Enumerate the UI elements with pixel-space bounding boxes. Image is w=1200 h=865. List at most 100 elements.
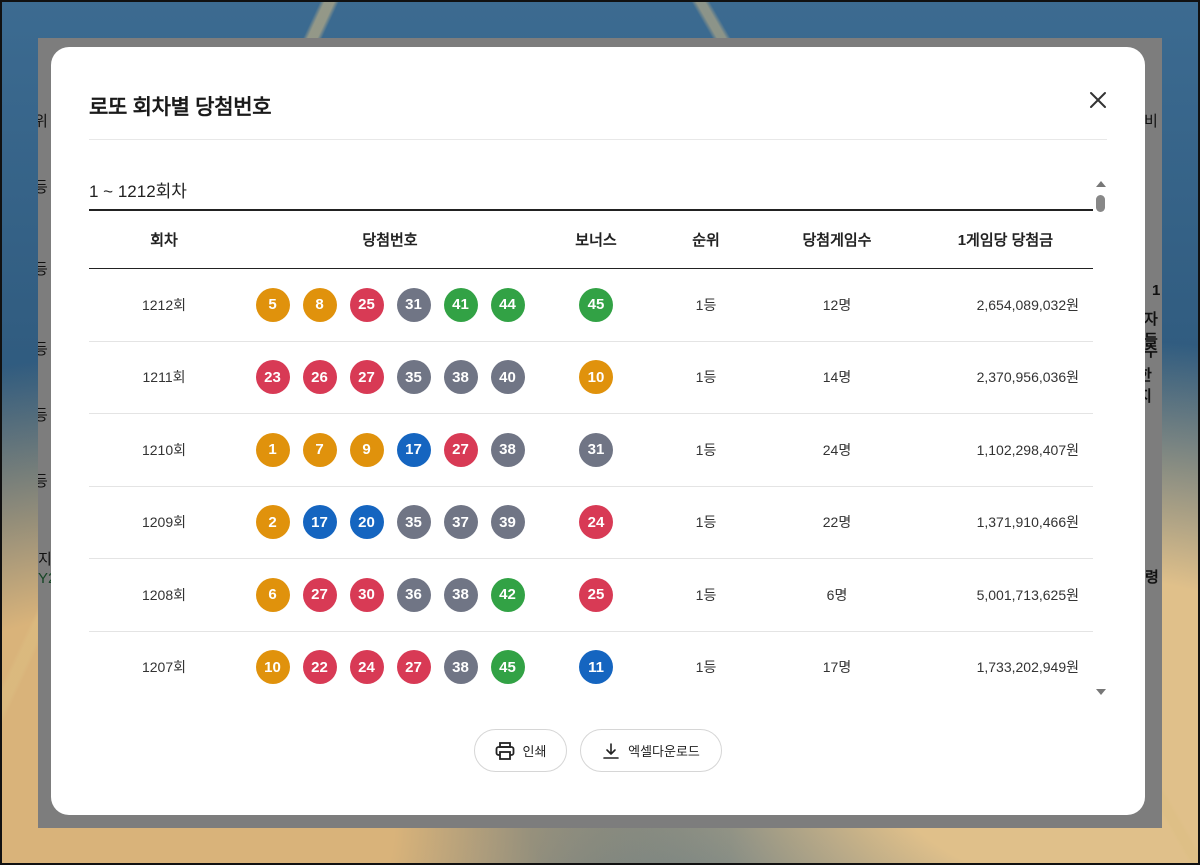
winners-cell: 14명 xyxy=(822,369,852,386)
table-row: 1207회 10 22 24 27 38 45 11 1등 17명 1,733,202,949원 xyxy=(89,632,1093,692)
winners-cell: 12명 xyxy=(822,296,852,313)
table-scrollbar[interactable] xyxy=(1095,181,1107,695)
number-ball: 26 xyxy=(302,360,337,395)
title-divider xyxy=(89,139,1107,140)
number-ball: 8 xyxy=(302,287,337,322)
bonus-ball: 11 xyxy=(579,650,613,685)
number-ball: 24 xyxy=(349,650,384,685)
scroll-thumb[interactable] xyxy=(1096,195,1105,212)
bonus-cell: 11 xyxy=(541,650,651,685)
winners-cell: 22명 xyxy=(822,514,852,531)
round-cell: 1208회 xyxy=(141,586,187,603)
number-ball: 5 xyxy=(255,287,290,322)
winning-numbers-cell: 2 17 20 35 37 39 xyxy=(239,505,541,540)
bonus-cell: 31 xyxy=(541,432,651,467)
prize-cell: 2,654,089,032원 xyxy=(976,296,1079,313)
print-button-label: 인쇄 xyxy=(522,744,547,759)
header-numbers: 당첨번호 xyxy=(362,232,418,249)
number-ball: 38 xyxy=(490,432,525,467)
number-ball: 36 xyxy=(396,577,431,612)
round-cell: 1209회 xyxy=(141,514,187,531)
rank-cell: 1등 xyxy=(695,514,717,531)
download-icon xyxy=(603,742,619,759)
rank-cell: 1등 xyxy=(695,586,717,603)
number-ball: 23 xyxy=(255,360,290,395)
round-cell: 1210회 xyxy=(141,441,187,458)
header-winners: 당첨게임수 xyxy=(802,232,872,249)
bonus-cell: 24 xyxy=(541,505,651,540)
print-button[interactable]: 인쇄 xyxy=(474,729,567,772)
winning-numbers-cell: 5 8 25 31 41 44 xyxy=(239,287,541,322)
table-row: 1210회 1 7 9 17 27 38 31 1등 24명 1,102,298,407원 xyxy=(89,414,1093,487)
table-header: 회차 당첨번호 보너스 순위 당첨게임수 1게임당 당첨금 xyxy=(89,211,1093,269)
number-ball: 38 xyxy=(443,360,478,395)
round-cell: 1212회 xyxy=(141,296,187,313)
winning-numbers-cell: 10 22 24 27 38 45 xyxy=(239,650,541,685)
header-round: 회차 xyxy=(150,232,178,249)
number-ball: 38 xyxy=(443,577,478,612)
prize-cell: 5,001,713,625원 xyxy=(976,586,1079,603)
number-ball: 27 xyxy=(443,432,478,467)
round-cell: 1211회 xyxy=(142,369,186,386)
winners-cell: 24명 xyxy=(822,441,852,458)
number-ball: 35 xyxy=(396,505,431,540)
prize-cell: 1,371,910,466원 xyxy=(976,514,1079,531)
bonus-cell: 10 xyxy=(541,360,651,395)
number-ball: 35 xyxy=(396,360,431,395)
number-ball: 45 xyxy=(490,650,525,685)
number-ball: 38 xyxy=(443,650,478,685)
number-ball: 9 xyxy=(349,432,384,467)
number-ball: 39 xyxy=(490,505,525,540)
modal-title: 로또 회차별 당첨번호 xyxy=(89,96,272,119)
winning-numbers-cell: 1 7 9 17 27 38 xyxy=(239,432,541,467)
number-ball: 17 xyxy=(396,432,431,467)
number-ball: 17 xyxy=(302,505,337,540)
number-ball: 44 xyxy=(490,287,525,322)
number-ball: 37 xyxy=(443,505,478,540)
printer-icon xyxy=(495,741,514,760)
close-button[interactable] xyxy=(1087,89,1109,111)
number-ball: 40 xyxy=(490,360,525,395)
number-ball: 6 xyxy=(255,577,290,612)
rank-cell: 1등 xyxy=(695,296,717,313)
header-rank: 순위 xyxy=(692,232,720,249)
number-ball: 1 xyxy=(255,432,290,467)
number-ball: 2 xyxy=(255,505,290,540)
number-ball: 22 xyxy=(302,650,337,685)
results-table[interactable]: 회차 당첨번호 보너스 순위 당첨게임수 1게임당 당첨금 1212회 5 8 25 3… xyxy=(89,211,1093,691)
bonus-ball: 24 xyxy=(579,505,613,540)
number-ball: 27 xyxy=(349,360,384,395)
number-ball: 30 xyxy=(349,577,384,612)
number-ball: 10 xyxy=(255,650,290,685)
number-ball: 42 xyxy=(490,577,525,612)
bonus-cell: 45 xyxy=(541,287,651,322)
prize-cell: 2,370,956,036원 xyxy=(976,369,1079,386)
number-ball: 41 xyxy=(443,287,478,322)
winners-cell: 17명 xyxy=(822,659,852,676)
number-ball: 27 xyxy=(396,650,431,685)
winning-numbers-cell: 6 27 30 36 38 42 xyxy=(239,577,541,612)
scroll-down-arrow-icon[interactable] xyxy=(1096,689,1106,695)
number-ball: 31 xyxy=(396,287,431,322)
excel-download-label: 엑셀다운로드 xyxy=(628,744,700,759)
round-cell: 1207회 xyxy=(141,659,187,676)
bonus-cell: 25 xyxy=(541,577,651,612)
bonus-ball: 25 xyxy=(579,577,613,612)
scroll-up-arrow-icon[interactable] xyxy=(1096,181,1106,187)
close-icon xyxy=(1090,92,1106,108)
header-bonus: 보너스 xyxy=(575,232,617,249)
table-row: 1211회 23 26 27 35 38 40 10 1등 14명 2,370,956,036원 xyxy=(89,342,1093,414)
number-ball: 25 xyxy=(349,287,384,322)
table-row: 1209회 2 17 20 35 37 39 24 1등 22명 1,371,910,466원 xyxy=(89,487,1093,559)
rank-cell: 1등 xyxy=(695,441,717,458)
excel-download-button[interactable]: 엑셀다운로드 xyxy=(580,729,722,772)
header-prize: 1게임당 당첨금 xyxy=(957,232,1053,249)
bonus-ball: 45 xyxy=(579,287,613,322)
prize-cell: 1,733,202,949원 xyxy=(976,659,1079,676)
prize-cell: 1,102,298,407원 xyxy=(976,441,1079,458)
table-body: 1212회 5 8 25 31 41 44 45 1등 12명 2,654,089,032원 1211… xyxy=(89,269,1093,691)
winning-numbers-cell: 23 26 27 35 38 40 xyxy=(239,360,541,395)
round-range-label: 1 ~ 1212회차 xyxy=(89,182,187,201)
number-ball: 20 xyxy=(349,505,384,540)
rank-cell: 1등 xyxy=(695,369,717,386)
